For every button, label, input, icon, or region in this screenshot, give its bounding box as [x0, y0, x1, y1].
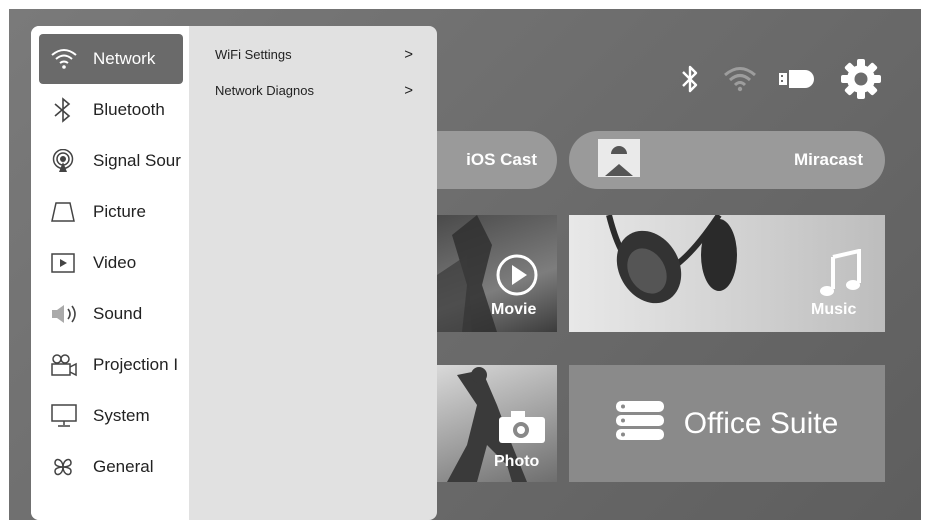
movie-tile[interactable]: Movie — [437, 215, 557, 332]
projector-icon — [51, 352, 81, 378]
sidebar-item-label: Sound — [93, 304, 143, 323]
speaker-icon — [51, 301, 81, 327]
sidebar-item-projection[interactable]: Projection I — [39, 340, 183, 390]
office-stack-icon — [615, 401, 664, 446]
signal-source-icon — [51, 148, 81, 174]
photo-label: Photo — [494, 453, 540, 470]
music-note-icon — [819, 248, 863, 304]
home-screen: iOS Cast Miracast Movie Music Photo Offi… — [9, 9, 921, 520]
general-icon — [51, 454, 81, 480]
input-source-icon[interactable] — [779, 67, 817, 91]
video-icon — [51, 250, 81, 276]
settings-menu: Network Bluetooth Signal Sour Picture Vi… — [31, 26, 437, 520]
miracast-label: Miracast — [794, 150, 863, 169]
office-suite-label: Office Suite — [683, 406, 839, 440]
music-label: Music — [811, 301, 857, 318]
ios-cast-label: iOS Cast — [466, 150, 537, 169]
sidebar-item-bluetooth[interactable]: Bluetooth — [39, 85, 183, 135]
sidebar-item-signal-source[interactable]: Signal Sour — [39, 136, 183, 186]
settings-sidebar: Network Bluetooth Signal Sour Picture Vi… — [31, 26, 189, 520]
submenu-item-network-diagnosis[interactable]: Network Diagnos > — [215, 77, 413, 103]
sidebar-item-general[interactable]: General — [39, 442, 183, 492]
sidebar-item-system[interactable]: System — [39, 391, 183, 441]
status-bar — [679, 57, 883, 101]
camera-icon — [497, 409, 547, 450]
submenu-item-label: Network Diagnos — [215, 82, 314, 98]
sidebar-item-network[interactable]: Network — [39, 34, 183, 84]
miracast-icon — [597, 138, 641, 183]
photo-tile[interactable]: Photo — [437, 365, 557, 482]
office-suite-tile[interactable]: Office Suite — [569, 365, 885, 482]
sidebar-item-video[interactable]: Video — [39, 238, 183, 288]
sidebar-item-sound[interactable]: Sound — [39, 289, 183, 339]
sidebar-item-label: Picture — [93, 202, 146, 221]
play-icon — [495, 253, 539, 302]
sidebar-item-label: Projection I — [93, 355, 179, 374]
music-tile[interactable]: Music — [569, 215, 885, 332]
submenu-item-label: WiFi Settings — [215, 46, 292, 62]
sidebar-item-label: Network — [93, 49, 156, 68]
monitor-icon — [51, 403, 81, 429]
bluetooth-status-icon — [679, 64, 701, 94]
sidebar-item-label: Bluetooth — [93, 100, 165, 119]
sidebar-item-picture[interactable]: Picture — [39, 187, 183, 237]
picture-icon — [51, 199, 81, 225]
sidebar-item-label: System — [93, 406, 150, 425]
miracast-button[interactable]: Miracast — [569, 131, 885, 189]
sidebar-item-label: Video — [93, 253, 137, 272]
wifi-icon — [51, 46, 81, 72]
sidebar-item-label: General — [93, 457, 154, 476]
chevron-right-icon: > — [404, 45, 413, 63]
bluetooth-icon — [51, 97, 81, 123]
sidebar-item-label: Signal Sour — [93, 151, 181, 170]
wifi-status-icon — [723, 66, 757, 92]
chevron-right-icon: > — [404, 81, 413, 99]
movie-label: Movie — [491, 301, 537, 318]
settings-gear-icon[interactable] — [839, 57, 883, 101]
submenu-item-wifi-settings[interactable]: WiFi Settings > — [215, 41, 413, 67]
